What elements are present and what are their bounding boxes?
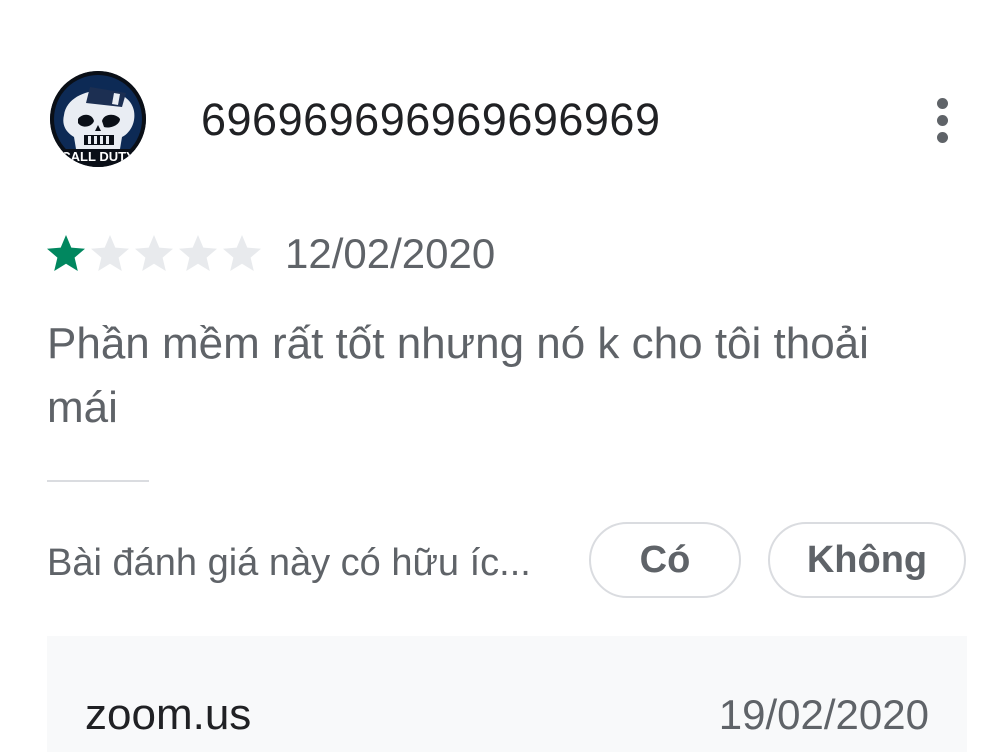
- call-of-duty-skull-logo-icon: CALL DUTY: [50, 71, 146, 167]
- developer-name: zoom.us: [85, 690, 252, 739]
- review-text: Phần mềm rất tốt nhưng nó k cho tôi thoả…: [47, 319, 869, 432]
- developer-reply: zoom.us 19/02/2020: [47, 636, 967, 752]
- svg-text:CALL DUTY: CALL DUTY: [61, 149, 135, 164]
- star-empty-icon: [179, 235, 217, 271]
- more-options-button[interactable]: [920, 92, 964, 148]
- helpful-yes-button[interactable]: Có: [589, 522, 741, 598]
- helpful-question: Bài đánh giá này có hữu íc...: [47, 542, 531, 584]
- more-vert-icon-dot: [936, 114, 948, 126]
- divider: [47, 480, 149, 482]
- star-empty-icon: [135, 235, 173, 271]
- review-card: CALL DUTY 696969696969696969 12/02/2020 …: [0, 0, 1000, 752]
- star-empty-icon: [91, 235, 129, 271]
- more-vert-icon-dot: [936, 131, 948, 143]
- avatar[interactable]: CALL DUTY: [50, 71, 146, 167]
- star-filled-icon: [47, 235, 85, 271]
- developer-reply-date: 19/02/2020: [718, 691, 929, 738]
- helpful-no-button[interactable]: Không: [768, 522, 966, 598]
- star-rating: [44, 232, 264, 274]
- reviewer-name: 696969696969696969: [201, 94, 661, 145]
- star-empty-icon: [223, 235, 261, 271]
- more-vert-icon: [936, 97, 948, 109]
- review-date: 12/02/2020: [285, 230, 496, 277]
